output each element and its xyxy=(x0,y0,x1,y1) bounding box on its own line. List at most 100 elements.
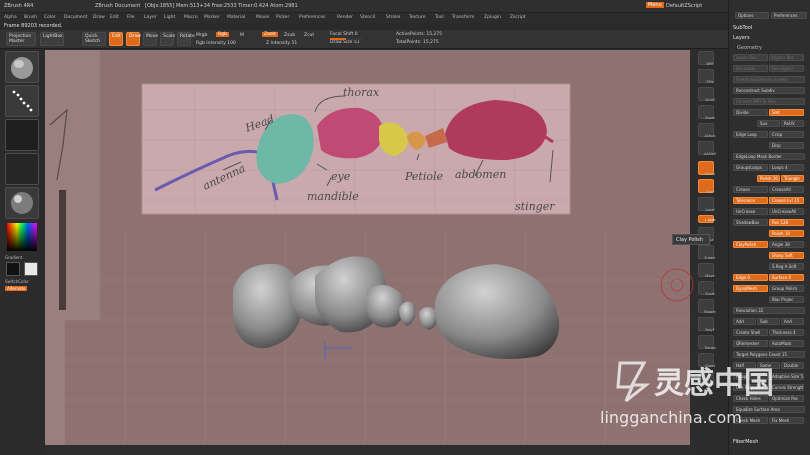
menu-file[interactable]: File xyxy=(127,15,135,20)
fibermesh-header[interactable]: FiberMesh xyxy=(733,439,758,445)
geometry-freeze-subdivision-levels-button[interactable]: Freeze SubDivision Levels xyxy=(733,76,805,83)
geometry-equalize-surface-area-button[interactable]: Equalize Surface Area xyxy=(733,406,805,413)
geometry-res-128-button[interactable]: Res 128 xyxy=(769,219,804,226)
lsym-button[interactable]: L.Sym xyxy=(698,215,715,223)
menu-movie[interactable]: Movie xyxy=(256,15,269,20)
geometry-header[interactable]: Geometry xyxy=(737,45,762,51)
menu-toggle-button[interactable]: Menu xyxy=(646,2,664,8)
menu-stroke[interactable]: Stroke xyxy=(386,15,400,20)
geometry-blur-projec-button[interactable]: Blur Projec xyxy=(769,296,804,303)
scroll-button[interactable]: Scroll xyxy=(698,87,715,102)
geometry-angle-38-button[interactable]: Angle 38 xyxy=(769,241,804,248)
menu-tool[interactable]: Tool xyxy=(435,15,444,20)
menu-zscript[interactable]: Zscript xyxy=(510,15,526,20)
geometry-disp-button[interactable]: Disp xyxy=(769,142,804,149)
geometry-loops-4-button[interactable]: Loops 4 xyxy=(769,164,804,171)
menu-render[interactable]: Render xyxy=(337,15,353,20)
geometry-s-reg-a-soft-button[interactable]: S.Reg A.Soft xyxy=(769,263,804,270)
alternate-button[interactable]: Alternate xyxy=(5,286,28,291)
sculpt-abdomen[interactable] xyxy=(434,264,560,359)
geometry-del-lower-button[interactable]: Del Lower xyxy=(733,65,768,72)
draw-size-slider[interactable]: Draw Size 51 xyxy=(330,40,360,45)
geometry-suv-button[interactable]: Suv xyxy=(757,120,780,127)
tab-options[interactable]: Options xyxy=(735,12,769,19)
geometry-uncreaseall-button[interactable]: UnCreaseAll xyxy=(769,208,804,215)
material-thumbnail[interactable] xyxy=(5,187,39,219)
menu-marker[interactable]: Marker xyxy=(204,15,220,20)
switch-color-button[interactable]: SwitchColor xyxy=(5,279,29,284)
geometry-crisp-button[interactable]: Crisp xyxy=(769,131,804,138)
alpha-thumbnail[interactable] xyxy=(5,119,39,151)
menu-color[interactable]: Color xyxy=(44,15,56,20)
color-picker-icon[interactable] xyxy=(5,221,39,253)
geometry-automask-button[interactable]: AutoMask xyxy=(769,340,804,347)
polyf-button[interactable]: PolyF xyxy=(698,317,715,332)
geometry-qremesher-button[interactable]: QRemesher xyxy=(733,340,768,347)
focal-shift-track[interactable] xyxy=(330,38,362,40)
persp-button[interactable]: Persp xyxy=(698,161,715,176)
geometry-del-higher-button[interactable]: Del Higher xyxy=(769,65,804,72)
menu-texture[interactable]: Texture xyxy=(409,15,425,20)
geometry-uncrease-button[interactable]: UnCrease xyxy=(733,208,768,215)
geometry-edgeloop-mask-border-button[interactable]: EdgeLoop Mask Border xyxy=(733,153,805,160)
geometry-reuv-button[interactable]: ReUV xyxy=(781,120,804,127)
layers-header[interactable]: Layers xyxy=(733,35,750,41)
geometry-group-polish-button[interactable]: Group Polish xyxy=(769,285,804,292)
geometry-smt-button[interactable]: Smt xyxy=(769,109,804,116)
geometry-tolerance-button[interactable]: Tolerance xyxy=(733,197,768,204)
default-zscript-button[interactable]: DefaultZScript xyxy=(666,3,702,9)
geometry-edge-0-button[interactable]: Edge 0 xyxy=(733,274,768,281)
spix-button[interactable]: SPix xyxy=(698,69,714,84)
geometry-fix-mesh-button[interactable]: Fix Mesh xyxy=(769,417,804,424)
brush-thumbnail[interactable] xyxy=(5,51,39,83)
main-color-swatch[interactable] xyxy=(6,262,20,276)
mrgb-button[interactable]: Mrgb xyxy=(196,33,207,38)
menu-alpha[interactable]: Alpha xyxy=(4,15,17,20)
geometry-higher-res-button[interactable]: Higher Res xyxy=(769,54,804,61)
draw-button[interactable]: Draw xyxy=(126,32,141,46)
document-canvas[interactable]: Head thorax antenna eye mandible Petiole… xyxy=(45,50,690,445)
actual-button[interactable]: Actual xyxy=(698,123,715,138)
geometry-polish-10-button[interactable]: Polish 10 xyxy=(757,175,780,182)
secondary-color-swatch[interactable] xyxy=(24,262,38,276)
geometry-crease-button[interactable]: Crease xyxy=(733,186,768,193)
geometry-resolution-32-button[interactable]: Resolution 32 xyxy=(733,307,805,314)
menu-draw[interactable]: Draw xyxy=(93,15,105,20)
scale-button[interactable]: Scale xyxy=(160,32,175,46)
menu-zplugin[interactable]: Zplugin xyxy=(484,15,501,20)
transp-button[interactable]: Transp xyxy=(698,335,716,350)
m-button[interactable]: M xyxy=(240,33,244,38)
menu-light[interactable]: Light xyxy=(164,15,175,20)
focal-shift-slider[interactable]: Focal Shift 0 xyxy=(330,32,358,37)
geometry-convert-bpr-to-geo-button[interactable]: Convert BPR To Geo xyxy=(733,98,805,105)
geometry-polish-10-button[interactable]: Polish 10 xyxy=(769,230,804,237)
local-button[interactable]: Local xyxy=(698,197,715,212)
menu-document[interactable]: Document xyxy=(64,15,87,20)
geometry-and-button[interactable]: And xyxy=(781,318,804,325)
subtool-header[interactable]: SubTool xyxy=(733,25,752,31)
move-button[interactable]: Move xyxy=(143,32,158,46)
menu-macro[interactable]: Macro xyxy=(184,15,198,20)
menu-layer[interactable]: Layer xyxy=(144,15,157,20)
aahalf-button[interactable]: AAHalf xyxy=(698,141,716,156)
menu-stencil[interactable]: Stencil xyxy=(360,15,375,20)
ant-sculpt-mesh[interactable] xyxy=(233,256,560,359)
geometry-creaseall-button[interactable]: CreaseAll xyxy=(769,186,804,193)
projection-master-button[interactable]: Projection Master xyxy=(6,32,36,46)
color-picker[interactable] xyxy=(5,221,39,253)
menu-transform[interactable]: Transform xyxy=(452,15,474,20)
geometry-divide-button[interactable]: Divide xyxy=(733,109,768,116)
quick-sketch-button[interactable]: Quick Sketch xyxy=(82,32,106,46)
geometry-sub-button[interactable]: Sub xyxy=(757,318,780,325)
geometry-claypolish-button[interactable]: ClayPolish xyxy=(733,241,768,248)
zoom-button[interactable]: Zoom xyxy=(698,105,715,120)
menu-picker[interactable]: Picker xyxy=(276,15,289,20)
bpr-button[interactable]: BPR xyxy=(698,51,714,66)
tab-preferences[interactable]: Preferences xyxy=(771,12,807,19)
sculpt-postpetiole[interactable] xyxy=(419,307,438,330)
geometry-crease-lvl-15-button[interactable]: Crease Lvl 15 xyxy=(769,197,804,204)
geometry-triangle-button[interactable]: Triangle xyxy=(781,175,804,182)
rotate-button[interactable]: Rotate xyxy=(177,32,195,46)
geometry-edge-loop-button[interactable]: Edge Loop xyxy=(733,131,768,138)
edit-button[interactable]: Edit xyxy=(109,32,123,46)
